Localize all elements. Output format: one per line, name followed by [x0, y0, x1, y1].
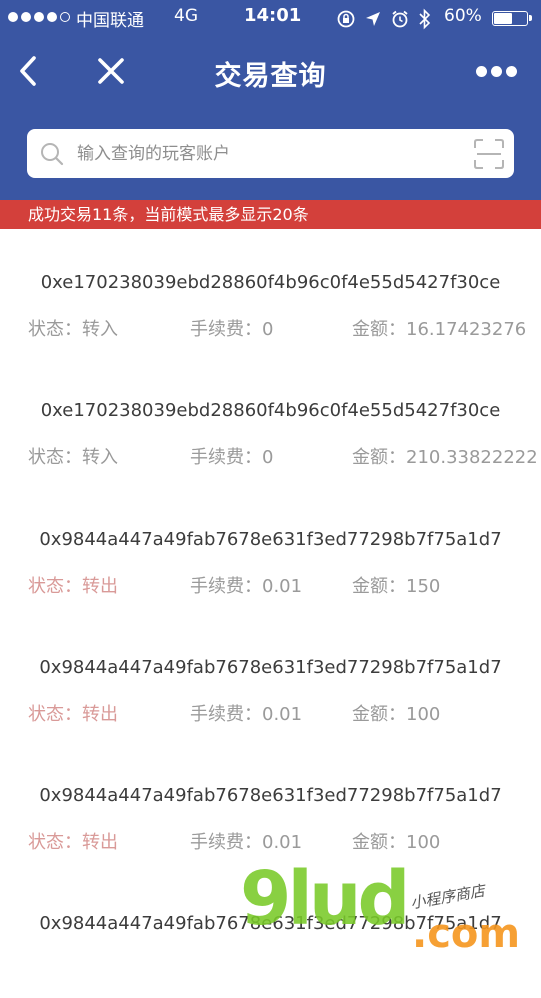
- transaction-hash: 0xe170238039ebd28860f4b96c0f4e55d5427f30…: [40, 272, 501, 293]
- more-dots-icon: [476, 65, 487, 77]
- search-input[interactable]: [75, 137, 469, 171]
- transaction-hash: 0xe170238039ebd28860f4b96c0f4e55d5427f30…: [40, 400, 501, 421]
- signal-strength-icon: [8, 12, 70, 22]
- transaction-hash: 0x9844a447a49fab7678e631f3ed77298b7f75a1…: [39, 913, 502, 934]
- transaction-fee: 手续费：0: [190, 319, 274, 340]
- transaction-status: 状态：转入: [28, 319, 118, 340]
- transaction-amount: 金额：100: [352, 832, 441, 853]
- transaction-status: 状态：转出: [28, 576, 118, 597]
- transaction-fee: 手续费：0.01: [190, 576, 303, 597]
- transaction-item[interactable]: 0xe170238039ebd28860f4b96c0f4e55d5427f30…: [0, 357, 541, 485]
- network-type: 4G: [174, 6, 198, 26]
- transaction-hash: 0x9844a447a49fab7678e631f3ed77298b7f75a1…: [39, 657, 502, 678]
- orientation-lock-icon: [337, 10, 355, 28]
- more-button[interactable]: [476, 62, 524, 80]
- battery-icon: [492, 11, 532, 26]
- battery-percent: 60%: [444, 6, 482, 26]
- chevron-left-icon: [20, 56, 36, 86]
- transaction-hash: 0x9844a447a49fab7678e631f3ed77298b7f75a1…: [39, 529, 502, 550]
- transaction-item[interactable]: 0x9844a447a49fab7678e631f3ed77298b7f75a1…: [0, 742, 541, 870]
- transaction-item[interactable]: 0xe170238039ebd28860f4b96c0f4e55d5427f30…: [0, 229, 541, 357]
- back-button[interactable]: [14, 52, 46, 90]
- transaction-fee: 手续费：0: [190, 447, 274, 468]
- transaction-amount: 金额：210.33822222: [352, 447, 538, 468]
- transaction-status: 状态：转出: [28, 832, 118, 853]
- transaction-item[interactable]: 0x9844a447a49fab7678e631f3ed77298b7f75a1…: [0, 486, 541, 614]
- transaction-amount: 金额：16.17423276: [352, 319, 527, 340]
- transaction-amount: 金额：150: [352, 576, 441, 597]
- bluetooth-icon: [419, 8, 431, 30]
- nav-bar: 交易查询: [0, 40, 541, 102]
- transaction-status: 状态：转入: [28, 447, 118, 468]
- close-icon: [98, 58, 124, 84]
- transaction-status: 状态：转出: [28, 704, 118, 725]
- status-bar: 中国联通 4G 14:01 60%: [0, 0, 541, 36]
- notice-banner: 成功交易11条，当前模式最多显示20条: [0, 200, 541, 229]
- transaction-item[interactable]: 0x9844a447a49fab7678e631f3ed77298b7f75a1…: [0, 614, 541, 742]
- status-time: 14:01: [244, 5, 302, 26]
- search-icon: [41, 143, 64, 166]
- alarm-icon: [392, 10, 408, 28]
- header: 中国联通 4G 14:01 60% 交易查询 输入查询的玩客账户: [0, 0, 541, 200]
- transaction-hash: 0x9844a447a49fab7678e631f3ed77298b7f75a1…: [39, 785, 502, 806]
- search-bar: [27, 129, 514, 178]
- transaction-amount: 金额：100: [352, 704, 441, 725]
- transaction-fee: 手续费：0.01: [190, 832, 303, 853]
- page-title: 交易查询: [214, 61, 327, 92]
- scan-icon[interactable]: [473, 138, 505, 170]
- transaction-fee: 手续费：0.01: [190, 704, 303, 725]
- status-icons: [336, 8, 432, 30]
- carrier-name: 中国联通: [76, 11, 144, 31]
- close-button[interactable]: [94, 54, 128, 88]
- location-icon: [366, 12, 380, 26]
- transaction-item[interactable]: 0x9844a447a49fab7678e631f3ed77298b7f75a1…: [0, 870, 541, 998]
